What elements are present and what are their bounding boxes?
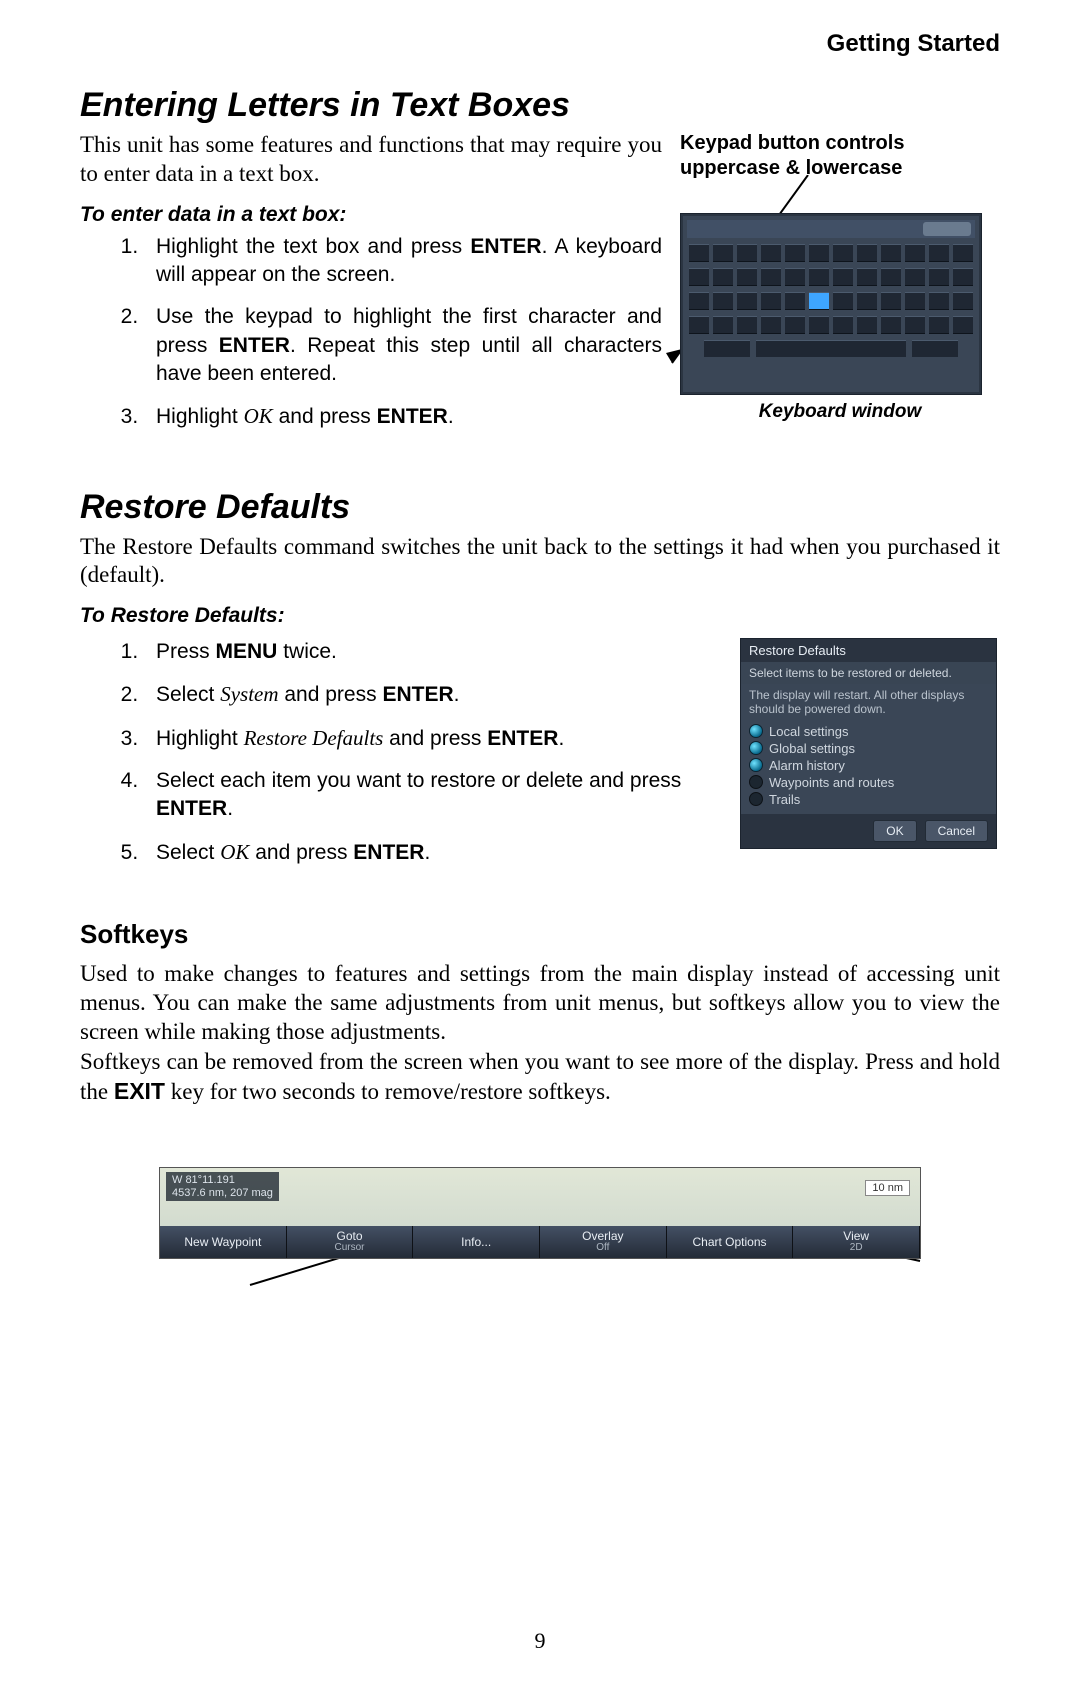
text: and press: [273, 405, 377, 428]
scale-chip: 10 nm: [865, 1180, 910, 1196]
softkey-button[interactable]: GotoCursor: [287, 1226, 414, 1258]
sec2-step3: Highlight Restore Defaults and press ENT…: [144, 724, 720, 753]
softkey-button[interactable]: Chart Options: [667, 1226, 794, 1258]
keypad-callout: Keypad button controls uppercase & lower…: [680, 131, 1000, 181]
sec2-step2: Select System and press ENTER.: [144, 680, 720, 709]
sec1-subhead: To enter data in a text box:: [80, 203, 662, 227]
text: EXIT: [114, 1078, 165, 1104]
radio-icon: [749, 724, 763, 738]
sec2-subhead: To Restore Defaults:: [80, 604, 1000, 628]
dialog-item-label: Alarm history: [769, 758, 845, 773]
softkey-button[interactable]: OverlayOff: [540, 1226, 667, 1258]
sec1-step2: Use the keypad to highlight the first ch…: [144, 303, 662, 388]
keyboard-window: [680, 213, 982, 395]
coords-overlay: W 81°11.191 4537.6 nm, 207 mag: [166, 1172, 279, 1201]
text: .: [227, 797, 233, 820]
dialog-item[interactable]: Local settings: [749, 723, 988, 740]
text: twice.: [277, 640, 337, 663]
sec2-step1: Press MENU twice.: [144, 638, 720, 666]
softkey-sublabel: 2D: [850, 1243, 863, 1254]
softkey-label: Info...: [461, 1236, 491, 1249]
text: Press: [156, 640, 216, 663]
text: and press: [383, 727, 487, 750]
radio-icon: [749, 758, 763, 772]
dialog-item[interactable]: Alarm history: [749, 757, 988, 774]
dialog-note: The display will restart. All other disp…: [741, 684, 996, 721]
dialog-item-label: Global settings: [769, 741, 855, 756]
sec2-step5: Select OK and press ENTER.: [144, 838, 720, 867]
dialog-cancel-button[interactable]: Cancel: [925, 820, 988, 842]
softkey-button[interactable]: Info...: [413, 1226, 540, 1258]
softkey-button[interactable]: New Waypoint: [160, 1226, 287, 1258]
text: 4537.6 nm, 207 mag: [172, 1187, 273, 1200]
softkey-label: Chart Options: [693, 1236, 767, 1249]
text: Select each item you want to restore or …: [156, 769, 681, 792]
keyboard-caption: Keyboard window: [680, 401, 1000, 423]
text: ENTER: [470, 235, 541, 258]
sec1-step3: Highlight OK and press ENTER.: [144, 402, 662, 431]
text: Highlight the text box and press: [156, 235, 470, 258]
dialog-item[interactable]: Global settings: [749, 740, 988, 757]
heading-entering-letters: Entering Letters in Text Boxes: [80, 86, 1000, 125]
radio-icon: [749, 775, 763, 789]
text: ENTER: [487, 727, 558, 750]
dialog-item[interactable]: Trails: [749, 791, 988, 808]
sec2-step4: Select each item you want to restore or …: [144, 767, 720, 824]
text: ENTER: [219, 334, 290, 357]
softkeys-bar: W 81°11.191 4537.6 nm, 207 mag 10 nm New…: [159, 1167, 921, 1259]
section-header: Getting Started: [80, 30, 1000, 58]
text: W 81°11.191: [172, 1174, 273, 1187]
dialog-item-label: Waypoints and routes: [769, 775, 894, 790]
sec1-intro: This unit has some features and function…: [80, 131, 662, 189]
text: .: [424, 841, 430, 864]
text: key for two seconds to remove/restore so…: [165, 1079, 611, 1104]
text: OK: [220, 840, 249, 864]
sec2-intro: The Restore Defaults command switches th…: [80, 533, 1000, 591]
sec3-p1: Used to make changes to features and set…: [80, 960, 1000, 1046]
dialog-item-label: Local settings: [769, 724, 849, 739]
radio-icon: [749, 741, 763, 755]
text: ENTER: [353, 841, 424, 864]
softkey-label: New Waypoint: [184, 1236, 261, 1249]
text: Select: [156, 841, 220, 864]
dialog-item[interactable]: Waypoints and routes: [749, 774, 988, 791]
page-number: 9: [0, 1628, 1080, 1654]
softkey-sublabel: Cursor: [335, 1243, 365, 1254]
text: MENU: [216, 640, 278, 663]
softkey-button[interactable]: View2D: [793, 1226, 920, 1258]
text: Select: [156, 683, 220, 706]
text: ENTER: [377, 405, 448, 428]
sec1-step1: Highlight the text box and press ENTER. …: [144, 233, 662, 290]
text: Restore Defaults: [244, 726, 384, 750]
dialog-subtitle: Select items to be restored or deleted.: [741, 662, 996, 684]
text: Highlight: [156, 405, 244, 428]
dialog-item-label: Trails: [769, 792, 800, 807]
text: System: [220, 682, 278, 706]
chart-map: W 81°11.191 4537.6 nm, 207 mag 10 nm: [160, 1168, 920, 1228]
heading-restore-defaults: Restore Defaults: [80, 488, 1000, 527]
text: .: [454, 683, 460, 706]
text: and press: [249, 841, 353, 864]
text: ENTER: [156, 797, 227, 820]
text: Highlight: [156, 727, 244, 750]
text: .: [448, 405, 454, 428]
radio-icon: [749, 792, 763, 806]
dialog-title: Restore Defaults: [741, 639, 996, 662]
restore-defaults-dialog: Restore Defaults Select items to be rest…: [740, 638, 997, 849]
heading-softkeys: Softkeys: [80, 919, 1000, 950]
dialog-ok-button[interactable]: OK: [873, 820, 916, 842]
sec3-p2: Softkeys can be removed from the screen …: [80, 1048, 1000, 1107]
softkey-sublabel: Off: [596, 1243, 609, 1254]
text: .: [558, 727, 564, 750]
text: ENTER: [382, 683, 453, 706]
text: and press: [279, 683, 383, 706]
text: OK: [244, 404, 273, 428]
